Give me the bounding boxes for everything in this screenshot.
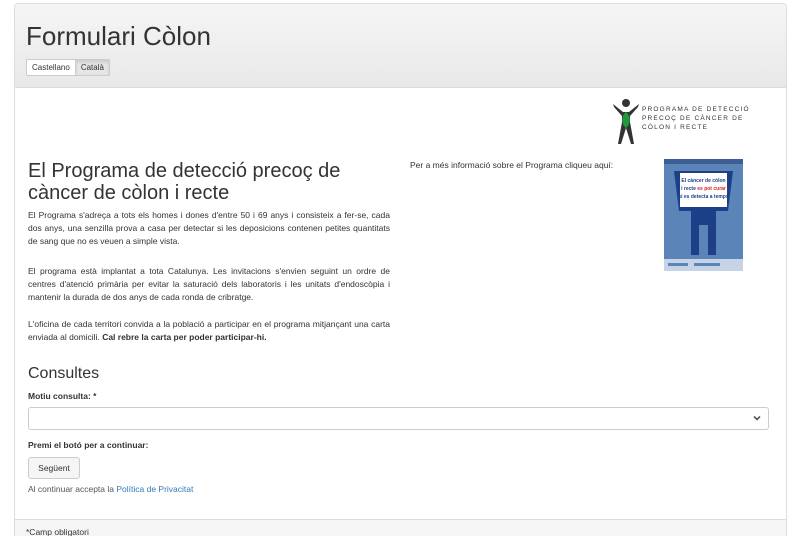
intro-paragraph-1: El Programa s'adreça a tots els homes i … <box>28 210 390 246</box>
logo-line: PRECOÇ DE CÀNCER DE <box>642 115 744 122</box>
chevron-down-icon <box>753 415 761 421</box>
privacy-prefix: Al continuar accepta la <box>28 484 117 494</box>
logo-line: PROGRAMA DE DETECCIÓ <box>642 106 750 113</box>
brochure-line-3: si es detecta a temps <box>678 194 729 200</box>
language-catala-button[interactable]: Català <box>75 59 110 76</box>
consultes-title: Consultes <box>28 365 100 382</box>
program-logo-icon <box>613 99 639 144</box>
brochure-line-1: El càncer de còlon <box>681 178 725 184</box>
brochure-line-2a: i recte <box>681 186 697 192</box>
app-title: Formulari Còlon <box>26 21 211 51</box>
privacy-notice: Al continuar accepta la Política de Priv… <box>28 484 193 494</box>
brochure-image-link[interactable]: El càncer de còlon i recte es pot curar … <box>664 159 743 271</box>
language-switcher: Castellano Català <box>26 59 110 76</box>
reason-label: Motiu consulta: * <box>28 391 97 401</box>
intro-paragraph-3: L'oficina de cada territori convida a la… <box>28 318 390 344</box>
language-castellano-button[interactable]: Castellano <box>26 59 76 76</box>
form-panel: Formulari Còlon Castellano Català PROGRA… <box>14 3 787 536</box>
program-logo-text: PROGRAMA DE DETECCIÓ PRECOÇ DE CÀNCER DE… <box>642 105 750 132</box>
privacy-policy-link[interactable]: Política de Privacitat <box>116 484 193 494</box>
more-info-text: Per a més informació sobre el Programa c… <box>410 160 614 170</box>
next-button[interactable]: Següent <box>28 457 80 479</box>
continue-label: Premi el botó per a continuar: <box>28 440 149 450</box>
intro-paragraph-2: El programa està implantat a tota Catalu… <box>28 266 390 302</box>
intro-paragraph-3-bold: Cal rebre la carta per poder participar-… <box>102 332 267 342</box>
logo-line: CÒLON I RECTE <box>642 124 709 131</box>
brochure-line-2: i recte es pot curar <box>681 186 726 192</box>
reason-select[interactable] <box>28 407 769 430</box>
brochure-illustration: El càncer de còlon i recte es pot curar … <box>664 159 743 271</box>
panel-footer: *Camp obligatori <box>15 519 786 536</box>
brochure-line-2b: es pot curar <box>697 186 726 192</box>
program-heading: El Programa de detecció precoç de càncer… <box>28 160 341 204</box>
program-logo: PROGRAMA DE DETECCIÓ PRECOÇ DE CÀNCER DE… <box>612 98 782 146</box>
panel-header: Formulari Còlon Castellano Català <box>15 4 786 88</box>
